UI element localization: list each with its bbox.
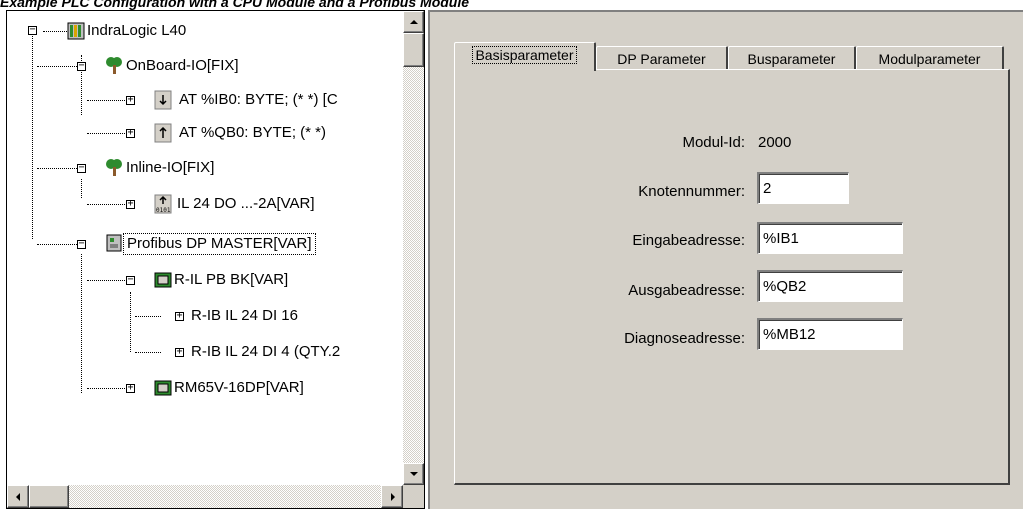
expand-toggle[interactable]: + [126, 383, 135, 393]
expand-toggle[interactable]: + [175, 347, 184, 357]
bus-coupler-icon [154, 272, 172, 288]
tree-node-label: AT %IB0: BYTE; (* *) [C [179, 91, 338, 108]
horizontal-scroll-thumb[interactable] [29, 485, 69, 508]
configuration-tree-pane: − IndraLogic L40 − OnBoard-IO[FIX] + AT … [6, 10, 425, 509]
configuration-tree: − IndraLogic L40 − OnBoard-IO[FIX] + AT … [7, 11, 403, 485]
knotennummer-label: Knotennummer: [638, 183, 745, 200]
right-arrow-icon [391, 493, 395, 501]
left-arrow-icon [16, 493, 20, 501]
diagnoseadresse-label: Diagnoseadresse: [624, 330, 745, 347]
plc-module-icon [67, 22, 85, 40]
tree-node-label: Profibus DP MASTER[VAR] [123, 233, 316, 255]
eingabeadresse-label: Eingabeadresse: [632, 232, 745, 249]
input-arrow-icon [154, 90, 172, 110]
collapse-toggle[interactable]: − [126, 275, 135, 285]
ausgabeadresse-field[interactable] [757, 270, 903, 302]
up-arrow-icon [410, 20, 418, 24]
diagnoseadresse-field[interactable] [757, 318, 903, 350]
digital-output-icon: 0101 [154, 194, 172, 214]
scrollbar-corner [403, 485, 424, 508]
collapse-toggle[interactable]: − [28, 25, 37, 35]
collapse-toggle[interactable]: − [77, 163, 86, 173]
figure-caption: Example PLC Configuration with a CPU Mod… [0, 0, 470, 10]
io-tree-icon [106, 57, 122, 74]
expand-toggle[interactable]: + [175, 311, 184, 321]
eingabeadresse-field[interactable] [757, 222, 903, 254]
collapse-toggle[interactable]: − [77, 239, 86, 249]
modul-id-value: 2000 [758, 134, 792, 151]
expand-toggle[interactable]: + [126, 199, 135, 209]
output-arrow-icon [154, 123, 172, 143]
tree-node-label: AT %QB0: BYTE; (* *) [179, 124, 326, 141]
down-arrow-icon [410, 472, 418, 476]
tree-node-label: R-IB IL 24 DI 4 (QTY.2 [191, 343, 341, 360]
vertical-scrollbar[interactable] [403, 11, 424, 485]
tree-node-label: OnBoard-IO[FIX] [126, 57, 239, 74]
parameter-pane: Basisparameter DP Parameter Busparameter… [428, 10, 1023, 509]
bus-coupler-icon [154, 380, 172, 396]
tab-basisparameter[interactable]: Basisparameter [454, 42, 596, 71]
knotennummer-field[interactable] [757, 172, 849, 204]
scroll-right-button[interactable] [381, 485, 403, 508]
tree-node-label: R-IB IL 24 DI 16 [191, 307, 298, 324]
modul-id-label: Modul-Id: [682, 134, 745, 151]
expand-toggle[interactable]: + [126, 95, 135, 105]
tab-dp-parameter[interactable]: DP Parameter [596, 46, 728, 70]
tree-node-label: Inline-IO[FIX] [126, 159, 215, 176]
profibus-master-icon [106, 234, 122, 252]
tree-node-label: R-IL PB BK[VAR] [174, 271, 289, 288]
basisparameter-panel: Modul-Id: 2000 Knotennummer: Eingabeadre… [454, 69, 1010, 485]
expand-toggle[interactable]: + [126, 128, 135, 138]
io-tree-icon [106, 159, 122, 176]
tab-busparameter[interactable]: Busparameter [728, 46, 856, 70]
scroll-down-button[interactable] [403, 463, 424, 485]
horizontal-scrollbar[interactable] [7, 485, 403, 508]
scroll-up-button[interactable] [403, 11, 424, 33]
collapse-toggle[interactable]: − [77, 61, 86, 71]
tree-node-label: RM65V-16DP[VAR] [174, 379, 304, 396]
ausgabeadresse-label: Ausgabeadresse: [628, 282, 745, 299]
tab-modulparameter[interactable]: Modulparameter [856, 46, 1004, 70]
svg-text:0101: 0101 [156, 207, 171, 214]
scroll-left-button[interactable] [7, 485, 29, 508]
tree-node-label: IndraLogic L40 [87, 22, 187, 39]
tree-node-label: IL 24 DO ...-2A[VAR] [177, 195, 315, 212]
vertical-scroll-thumb[interactable] [403, 33, 424, 67]
